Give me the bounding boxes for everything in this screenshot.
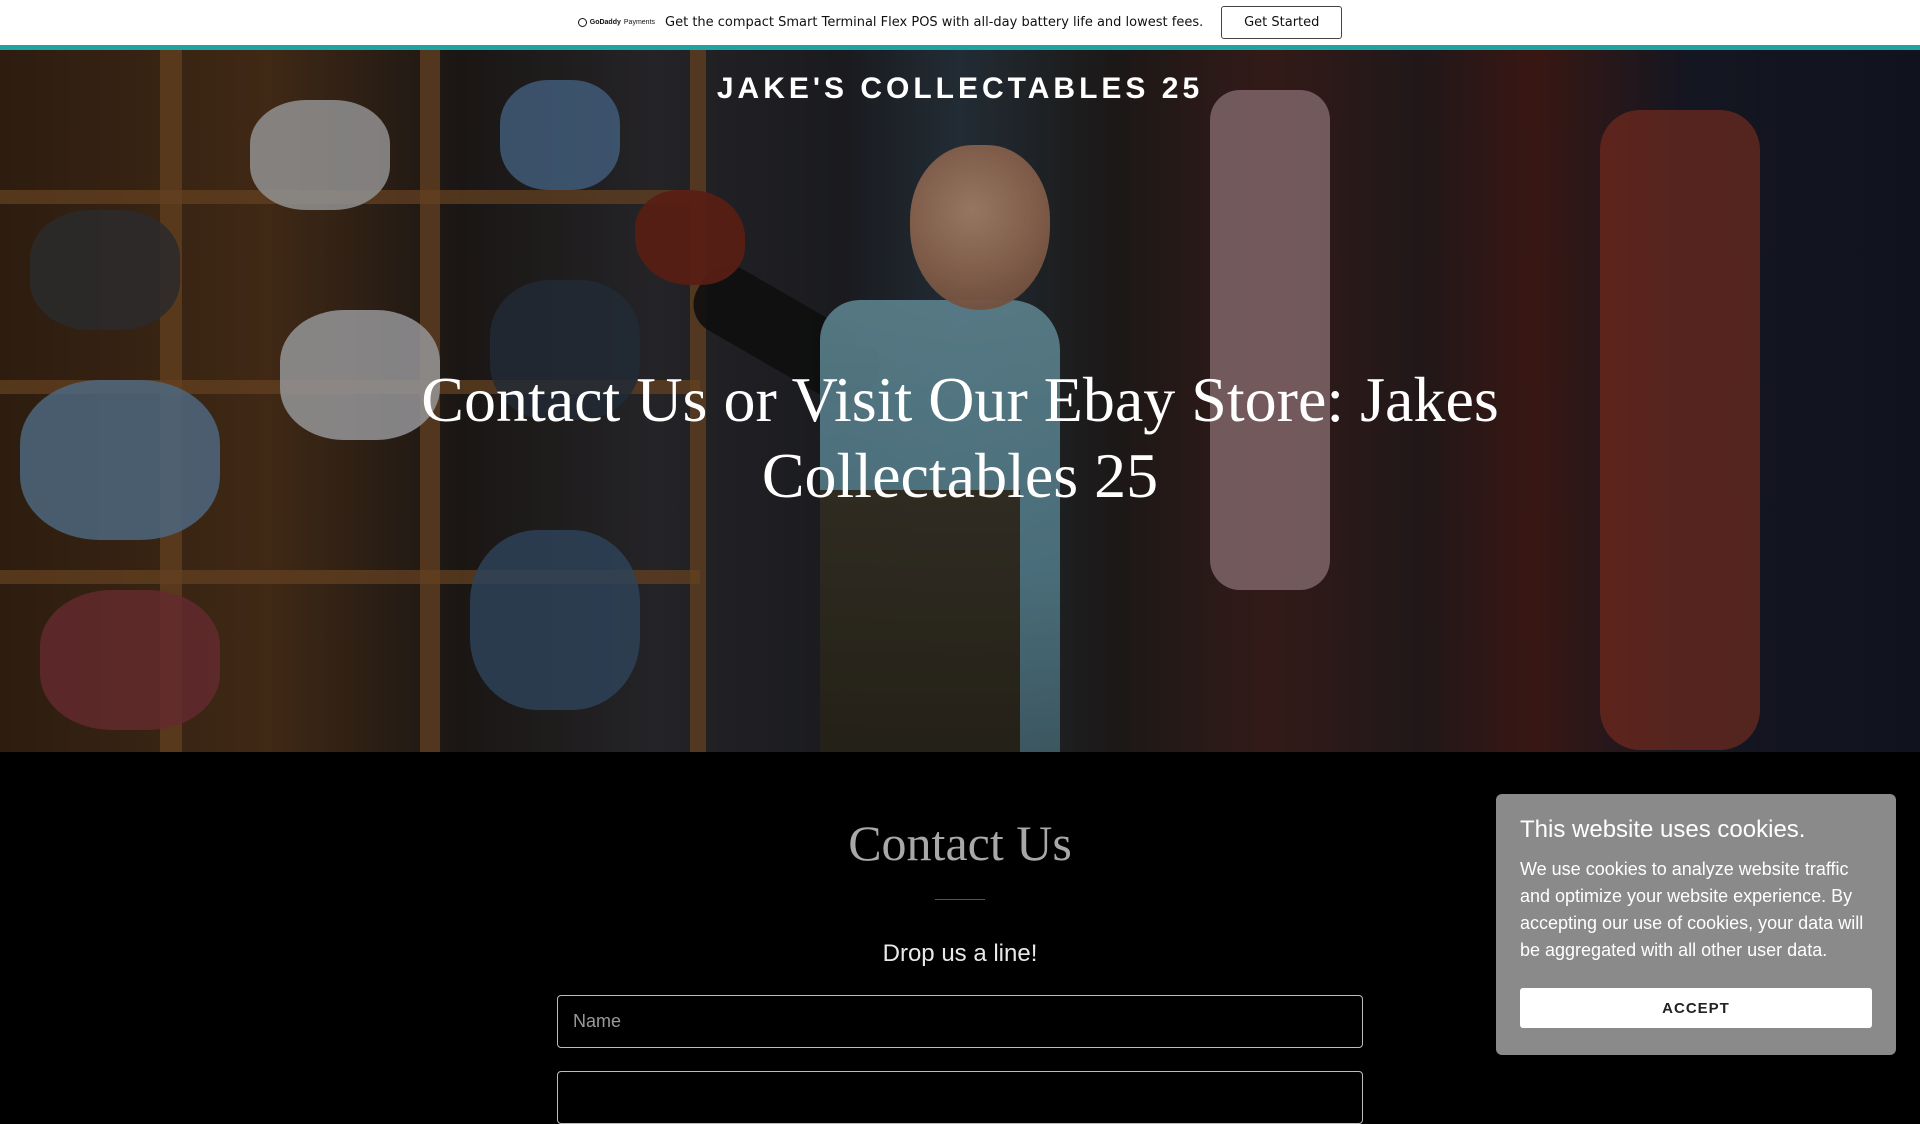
get-started-button[interactable]: Get Started — [1221, 6, 1343, 39]
hero-section: JAKE'S COLLECTABLES 25 Contact Us or Vis… — [0, 50, 1920, 752]
site-title[interactable]: JAKE'S COLLECTABLES 25 — [0, 72, 1920, 106]
name-input[interactable] — [557, 995, 1363, 1048]
hero-heading: Contact Us or Visit Our Ebay Store: Jake… — [421, 364, 1499, 511]
cookie-title: This website uses cookies. — [1520, 816, 1806, 843]
godaddy-logo-icon — [577, 18, 587, 27]
godaddy-payments-logo: GoDaddy Payments — [577, 18, 656, 27]
promo-bar: GoDaddy Payments Get the compact Smart T… — [0, 0, 1920, 45]
accept-cookies-button[interactable]: ACCEPT — [1520, 988, 1872, 1028]
section-divider — [935, 899, 985, 900]
cookie-banner: This website uses cookies. We use cookie… — [1496, 794, 1896, 1055]
cookie-body: We use cookies to analyze website traffi… — [1520, 859, 1864, 960]
email-input[interactable] — [557, 1071, 1363, 1124]
logo-brand-text: GoDaddy — [589, 19, 621, 26]
logo-sub-text: Payments — [623, 19, 656, 26]
promo-text: Get the compact Smart Terminal Flex POS … — [665, 15, 1204, 30]
